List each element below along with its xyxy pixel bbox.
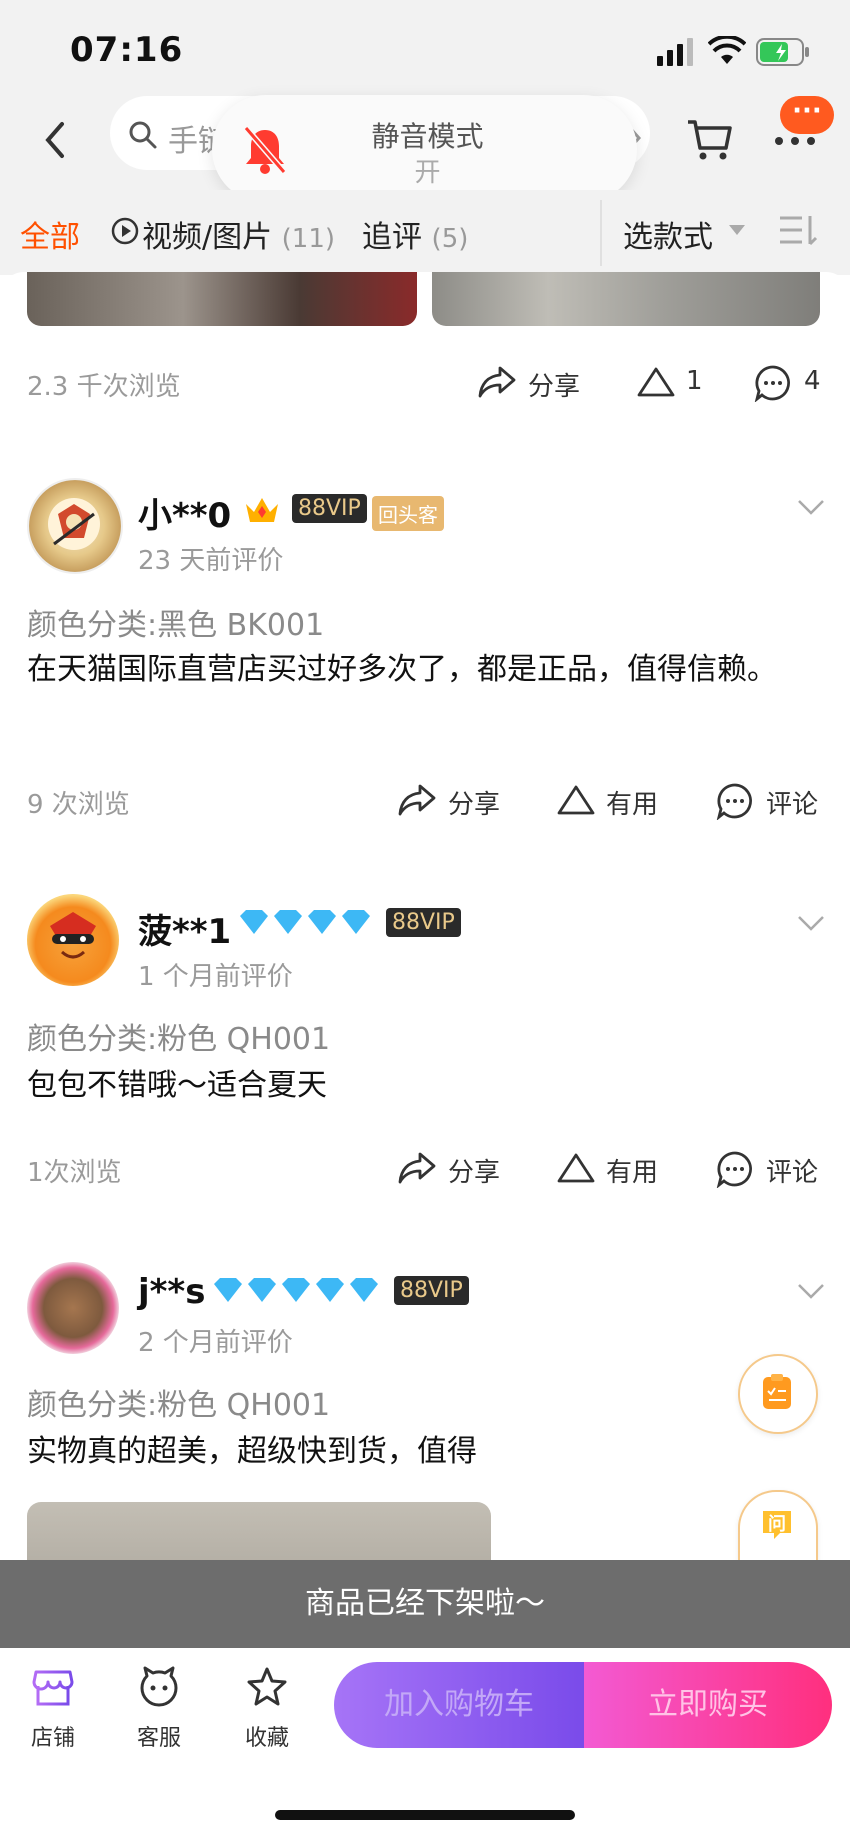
avatar[interactable] xyxy=(27,1262,119,1354)
bell-slash-icon xyxy=(243,126,287,174)
share-label[interactable]: 分享 xyxy=(448,1152,500,1189)
add-to-cart-button[interactable]: 加入购物车 xyxy=(334,1662,584,1748)
diamond-level-icon xyxy=(240,910,370,934)
variant-text: 颜色分类:粉色 QH001 xyxy=(27,1388,331,1423)
comment-icon[interactable] xyxy=(716,782,754,820)
useful-count: 1 xyxy=(686,366,703,396)
review-username: 小**0 xyxy=(138,496,232,536)
vip-badge: 88VIP xyxy=(292,494,367,523)
variant-text: 颜色分类:黑色 BK001 xyxy=(27,608,325,643)
share-icon[interactable] xyxy=(478,364,518,400)
tab-all[interactable]: 全部 xyxy=(20,212,80,256)
shop-label: 店铺 xyxy=(30,1726,75,1751)
vip-badge: 88VIP xyxy=(386,908,461,937)
comment-label[interactable]: 评论 xyxy=(766,1152,818,1189)
returning-customer-badge: 回头客 xyxy=(372,496,444,531)
more-badge: ··· xyxy=(780,96,834,134)
chevron-down-icon[interactable] xyxy=(796,1282,826,1300)
checklist-icon xyxy=(763,1374,791,1409)
variant-text: 颜色分类:粉色 QH001 xyxy=(27,1022,331,1057)
back-icon[interactable] xyxy=(42,120,66,160)
review-username: j**s xyxy=(138,1272,206,1312)
ask-label: 问 xyxy=(768,1514,786,1535)
review-image[interactable] xyxy=(27,272,417,326)
status-time: 07:16 xyxy=(70,30,184,70)
chevron-down-icon[interactable] xyxy=(796,914,826,932)
tab-follow-up-label: 追评 xyxy=(362,220,422,255)
caret-down-icon xyxy=(729,225,745,235)
crown-icon xyxy=(246,498,278,522)
filter-divider xyxy=(600,200,602,266)
favorite-label: 收藏 xyxy=(244,1726,289,1751)
review-time: 23 天前评价 xyxy=(138,546,284,576)
comment-icon[interactable] xyxy=(716,1150,754,1188)
useful-label[interactable]: 有用 xyxy=(606,784,658,821)
share-icon[interactable] xyxy=(398,1150,438,1186)
cart-icon[interactable] xyxy=(686,116,732,162)
review-text: 实物真的超美，超级快到货，值得 xyxy=(27,1434,477,1469)
filter-list-icon[interactable] xyxy=(778,212,818,248)
review-text: 包包不错哦～适合夏天 xyxy=(27,1068,327,1103)
useful-label[interactable]: 有用 xyxy=(606,1152,658,1189)
vip-badge: 88VIP xyxy=(394,1276,469,1305)
comment-count: 4 xyxy=(804,366,821,396)
share-label[interactable]: 分享 xyxy=(448,784,500,821)
useful-icon[interactable] xyxy=(636,366,676,398)
diamond-level-icon xyxy=(214,1278,378,1302)
tab-media[interactable]: 视频/图片 (11) xyxy=(142,212,335,256)
signal-icon xyxy=(657,38,693,66)
star-icon xyxy=(247,1667,287,1706)
service-icon xyxy=(140,1666,178,1707)
avatar-illustration xyxy=(48,498,100,550)
review-time: 1 个月前评价 xyxy=(138,962,293,992)
share-icon[interactable] xyxy=(398,782,438,818)
avatar-illustration xyxy=(50,912,96,959)
search-icon xyxy=(129,121,157,149)
useful-icon[interactable] xyxy=(556,784,596,816)
wifi-icon xyxy=(708,36,746,64)
tab-follow-up-count: (5) xyxy=(431,224,469,254)
more-icon[interactable] xyxy=(774,134,816,148)
tab-media-count: (11) xyxy=(281,224,336,254)
toast-title: 静音模式 xyxy=(371,120,484,153)
toast-subtitle: 开 xyxy=(414,158,441,188)
review-username: 菠**1 xyxy=(138,912,232,952)
review-text: 在天猫国际直营店买过好多次了，都是正品，值得信赖。 xyxy=(27,652,777,687)
play-circle-icon xyxy=(111,217,139,245)
home-indicator xyxy=(275,1810,575,1820)
select-style-label: 选款式 xyxy=(623,220,713,255)
comment-label[interactable]: 评论 xyxy=(766,784,818,821)
comment-icon[interactable] xyxy=(754,364,792,402)
tab-media-label: 视频/图片 xyxy=(142,220,273,255)
tab-follow-up[interactable]: 追评 (5) xyxy=(362,212,468,256)
shop-icon xyxy=(32,1670,74,1706)
select-style-dropdown[interactable]: 选款式 xyxy=(623,212,713,256)
share-label[interactable]: 分享 xyxy=(528,366,580,403)
battery-icon xyxy=(756,38,809,66)
service-label: 客服 xyxy=(136,1726,181,1751)
review-image[interactable] xyxy=(432,272,820,326)
review-image[interactable] xyxy=(27,1502,491,1562)
view-count: 9 次浏览 xyxy=(27,790,130,820)
chevron-down-icon[interactable] xyxy=(796,498,826,516)
off-shelf-notice: 商品已经下架啦～ xyxy=(0,1560,850,1648)
useful-icon[interactable] xyxy=(556,1152,596,1184)
review-time: 2 个月前评价 xyxy=(138,1328,293,1358)
view-count: 2.3 千次浏览 xyxy=(27,372,181,402)
buy-now-button[interactable]: 立即购买 xyxy=(584,1662,832,1748)
view-count: 1次浏览 xyxy=(27,1158,122,1188)
